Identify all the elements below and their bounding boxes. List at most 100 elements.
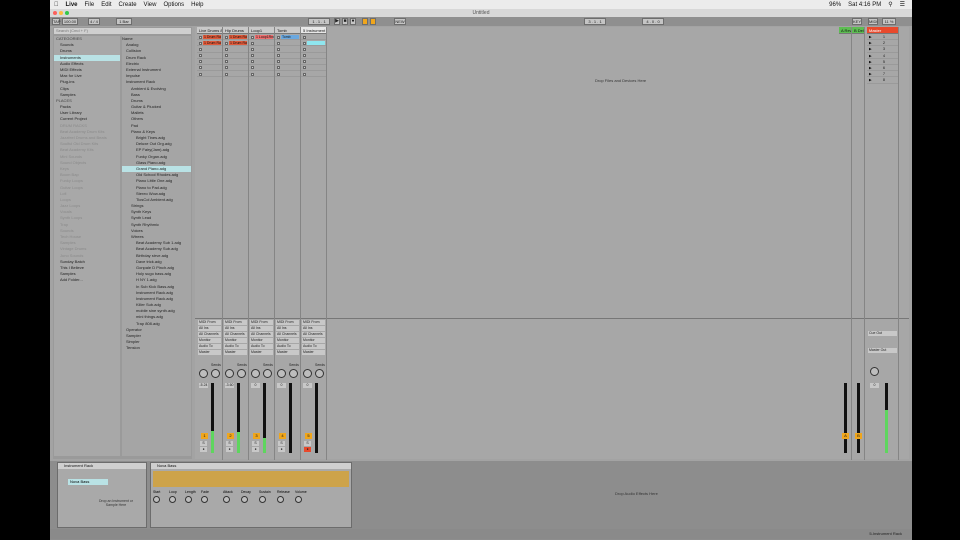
record-icon[interactable]: ● [350, 18, 356, 25]
clip-stop-icon[interactable] [225, 41, 228, 45]
clip-slot[interactable] [249, 71, 274, 78]
menu-live[interactable]: Live [66, 2, 78, 8]
clip-stop-icon[interactable] [251, 41, 254, 45]
scene-play-icon[interactable]: ▶ [869, 53, 872, 58]
clip-stop-icon[interactable] [199, 35, 202, 39]
clip-stop-icon[interactable] [251, 54, 254, 58]
loop-icon[interactable] [362, 18, 368, 25]
track-title[interactable]: Tomb [275, 27, 300, 34]
menu-create[interactable]: Create [119, 2, 137, 8]
clip-slot[interactable] [197, 71, 222, 78]
tempo-field[interactable]: 100.00 [62, 18, 78, 25]
clip-stop-icon[interactable] [303, 35, 306, 39]
menu-file[interactable]: File [85, 2, 95, 8]
menu-help[interactable]: Help [191, 2, 203, 8]
scene-play-icon[interactable]: ▶ [869, 40, 872, 45]
simpler-param-knob[interactable] [241, 496, 248, 503]
track-title[interactable]: 5 Instrument [301, 27, 326, 34]
clip-slot[interactable] [275, 71, 300, 78]
punch-icon[interactable] [370, 18, 376, 25]
clip-slot[interactable] [223, 71, 248, 78]
instrument-rack-device[interactable]: Instrument Rack Nova Bass Drop an Instru… [57, 462, 147, 528]
clip-stop-icon[interactable] [303, 60, 306, 64]
clip-stop-icon[interactable] [277, 35, 280, 39]
clip-stop-icon[interactable] [199, 60, 202, 64]
clip-stop-icon[interactable] [199, 54, 202, 58]
track-title[interactable]: Live Drums 8 [197, 27, 222, 34]
apple-icon[interactable]:  [54, 2, 59, 8]
position-field[interactable]: 1 . 1 . 1 [308, 18, 330, 25]
menu-options[interactable]: Options [163, 2, 184, 8]
play-icon[interactable]: ▶ [334, 18, 340, 25]
clip-stop-icon[interactable] [277, 41, 280, 45]
battery-status[interactable]: 96% [829, 2, 841, 8]
clip-stop-icon[interactable] [199, 72, 202, 76]
menu-clock[interactable]: Sat 4:16 PM [848, 2, 881, 8]
clip-stop-icon[interactable] [277, 72, 280, 76]
simpler-param-knob[interactable] [223, 496, 230, 503]
clip-recording[interactable]: 1 Drum Ra [229, 40, 247, 46]
scene-play-icon[interactable]: ▶ [869, 46, 872, 51]
clip-stop-icon[interactable] [303, 72, 306, 76]
loop-length-field[interactable]: 4 . 0 . 0 [642, 18, 664, 25]
list-icon[interactable]: ☰ [900, 1, 905, 8]
clip-slot[interactable] [301, 71, 326, 78]
file-item[interactable]: Tension [122, 345, 191, 351]
tap-button[interactable]: TAP [52, 18, 60, 25]
clip-stop-icon[interactable] [251, 35, 254, 39]
clip-stop-icon[interactable] [277, 47, 280, 51]
key-map-button[interactable]: KEY [852, 18, 862, 25]
rack-chain-item[interactable]: Nova Bass [68, 479, 108, 485]
scene-launch[interactable]: ▶ 8 [867, 77, 898, 84]
scene-play-icon[interactable]: ▶ [869, 77, 872, 82]
clip-selected[interactable] [307, 40, 325, 46]
clip-stop-icon[interactable] [199, 41, 202, 45]
return-track-title[interactable]: A Rev [839, 27, 851, 34]
clip-stop-icon[interactable] [303, 66, 306, 70]
clip[interactable]: Tomb [281, 34, 299, 40]
track-title[interactable]: Loop1 [249, 27, 274, 34]
clip-stop-icon[interactable] [251, 72, 254, 76]
midi-map-button[interactable]: MIDI [868, 18, 878, 25]
scene-play-icon[interactable]: ▶ [869, 71, 872, 76]
simpler-param-knob[interactable] [259, 496, 266, 503]
clip-stop-icon[interactable] [225, 66, 228, 70]
clip-stop-icon[interactable] [303, 54, 306, 58]
clip-stop-icon[interactable] [225, 35, 228, 39]
simpler-param-knob[interactable] [185, 496, 192, 503]
clip-stop-icon[interactable] [251, 60, 254, 64]
loop-start-field[interactable]: 3 . 1 . 1 [584, 18, 606, 25]
clip[interactable]: 1 Loop1Rnd [255, 34, 274, 40]
clip-stop-icon[interactable] [199, 47, 202, 51]
simpler-param-knob[interactable] [295, 496, 302, 503]
browser-search-input[interactable]: Search (Cmd + F) [54, 28, 191, 34]
clip[interactable]: 1 Drum Ra [203, 34, 221, 40]
clip-stop-icon[interactable] [199, 66, 202, 70]
clip-stop-icon[interactable] [277, 66, 280, 70]
simpler-param-knob[interactable] [153, 496, 160, 503]
quantize-select[interactable]: 1 Bar [116, 18, 132, 25]
close-icon[interactable] [53, 11, 57, 15]
new-button[interactable]: NEW [394, 18, 406, 25]
place-item[interactable]: Add Folder... [54, 277, 120, 283]
clip-stop-icon[interactable] [225, 47, 228, 51]
signature-field[interactable]: 4 / 4 [88, 18, 100, 25]
clip-stop-icon[interactable] [277, 54, 280, 58]
zoom-icon[interactable] [65, 11, 69, 15]
sample-waveform[interactable] [153, 471, 349, 487]
search-icon[interactable]: ⚲ [888, 1, 892, 8]
master-track-title[interactable]: Master [867, 27, 898, 34]
clip-recording[interactable]: 1 Drum Ra [203, 40, 221, 46]
scene-play-icon[interactable]: ▶ [869, 34, 872, 39]
clip-stop-icon[interactable] [251, 66, 254, 70]
clip-stop-icon[interactable] [225, 72, 228, 76]
clip-stop-icon[interactable] [251, 47, 254, 51]
simpler-param-knob[interactable] [277, 496, 284, 503]
simpler-param-knob[interactable] [169, 496, 176, 503]
clip[interactable]: 1 Drum Ra [229, 34, 247, 40]
clip-stop-icon[interactable] [303, 47, 306, 51]
return-track-title[interactable]: B Del [852, 27, 864, 34]
clip-stop-icon[interactable] [225, 60, 228, 64]
stop-icon[interactable]: ■ [342, 18, 348, 25]
simpler-param-knob[interactable] [201, 496, 208, 503]
